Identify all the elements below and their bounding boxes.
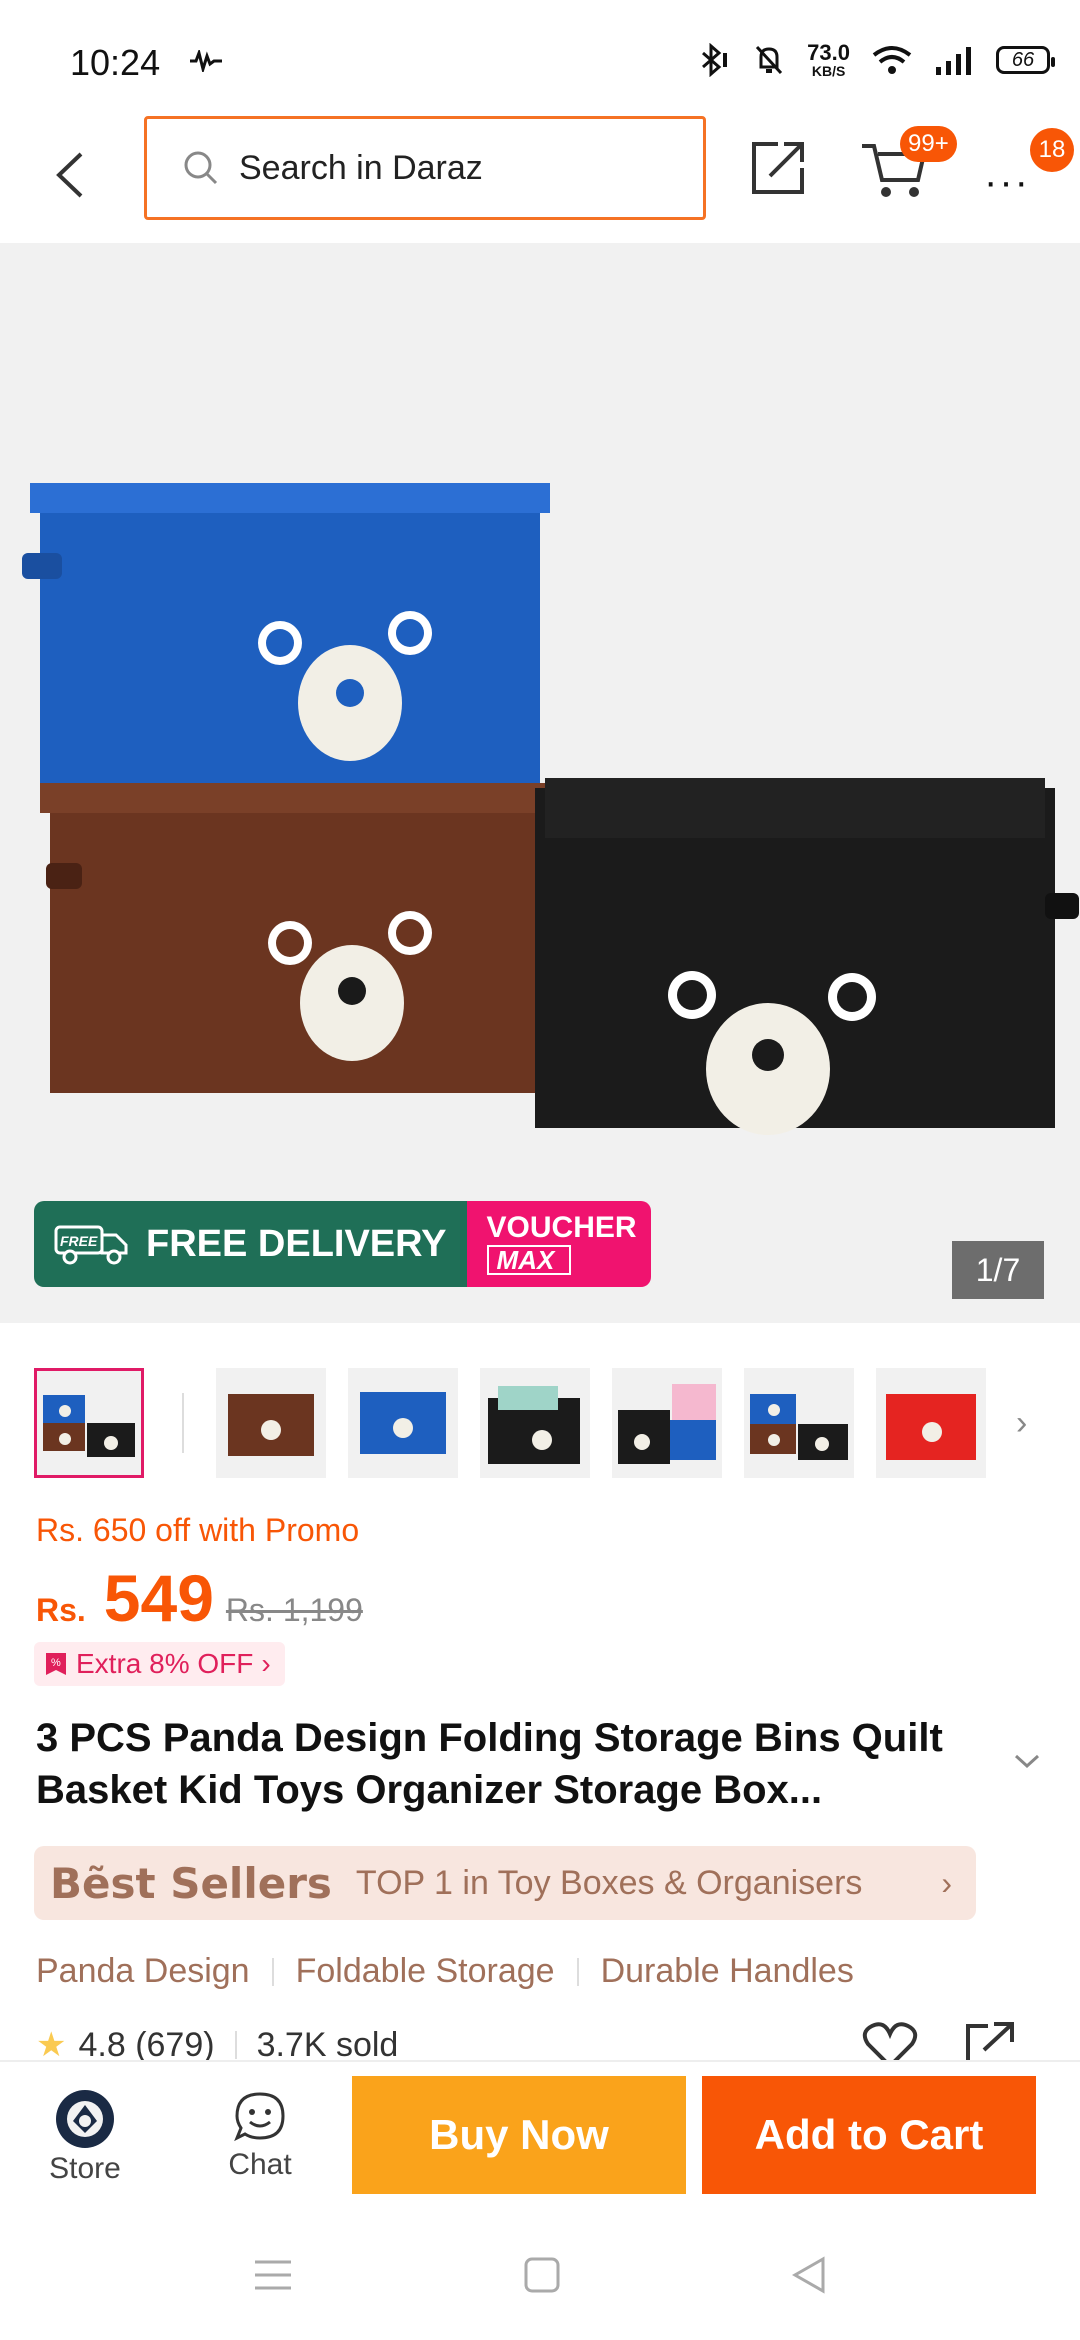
thumbnail-image <box>876 1368 986 1478</box>
store-label: Store <box>49 2152 121 2185</box>
chevron-right-icon: › <box>261 1648 271 1679</box>
free-delivery-badge: FREE FREE DELIVERY <box>34 1201 467 1287</box>
svg-text:%: % <box>51 1657 61 1669</box>
thumbnail-image <box>480 1368 590 1478</box>
share-icon[interactable] <box>748 138 808 198</box>
original-price: Rs. 1,199 <box>225 1592 363 1628</box>
bluetooth-icon <box>702 43 728 77</box>
image-counter: 1/7 <box>952 1241 1044 1299</box>
extra-off-label: Extra 8% OFF <box>76 1648 254 1679</box>
status-icons: 73.0 KB/S 66 <box>697 40 1055 79</box>
price-currency: Rs. <box>36 1592 86 1628</box>
thumbnail-7[interactable] <box>876 1368 986 1478</box>
tag-item: Durable Handles <box>600 1952 854 1990</box>
voucher-max-badge: VOUCHER MAX <box>466 1201 651 1287</box>
battery-icon: 66 <box>996 46 1055 74</box>
rating-divider <box>234 2031 237 2059</box>
thumbnail-4[interactable] <box>480 1368 590 1478</box>
menu-icon[interactable] <box>253 2258 293 2292</box>
thumbnail-image <box>348 1368 458 1478</box>
best-seller-rank: TOP 1 in Toy Boxes & Organisers <box>355 1863 863 1902</box>
tag-item: Panda Design <box>36 1952 250 1990</box>
more-badge: 18 <box>1030 128 1074 172</box>
product-image[interactable]: FREE FREE DELIVERY VOUCHER MAX 1/7 <box>0 243 1080 1323</box>
chevron-right-icon[interactable]: › <box>1016 1404 1027 1443</box>
back-triangle-icon[interactable] <box>791 2255 827 2295</box>
rating-row[interactable]: ★ 4.8 (679) 3.7K sold <box>36 2030 398 2060</box>
top-nav: 99+ ··· 18 <box>0 110 1080 240</box>
best-seller-banner[interactable]: Bẽst Sellers TOP 1 in Toy Boxes & Organi… <box>34 1846 976 1920</box>
activity-icon <box>190 50 222 72</box>
voucher-label: VOUCHER <box>486 1211 637 1244</box>
thumbnail-image <box>744 1368 854 1478</box>
cart-badge: 99+ <box>900 126 957 162</box>
add-to-cart-button[interactable]: Add to Cart <box>702 2076 1036 2194</box>
system-nav-bar <box>0 2210 1080 2340</box>
thumbnail-image <box>216 1368 326 1478</box>
tag-item: Foldable Storage <box>295 1952 555 1990</box>
wifi-icon <box>872 46 912 74</box>
signal-icon <box>936 47 971 75</box>
chat-icon <box>234 2092 285 2142</box>
coupon-icon: % <box>46 1653 66 1675</box>
thumbnail-strip: › <box>34 1366 1054 1480</box>
star-icon: ★ <box>36 2030 67 2060</box>
thumbnail-image <box>37 1371 141 1475</box>
chevron-down-icon[interactable] <box>1012 1752 1042 1772</box>
search-icon <box>184 151 218 185</box>
thumbnail-5[interactable] <box>612 1368 722 1478</box>
search-input[interactable] <box>239 148 639 188</box>
chat-button[interactable]: Chat <box>210 2090 310 2182</box>
thumbnail-1[interactable] <box>34 1368 144 1478</box>
sold-count: 3.7K sold <box>256 2030 399 2060</box>
store-button[interactable]: Store <box>40 2090 130 2186</box>
mute-icon <box>756 45 783 75</box>
current-price: 549 <box>103 1561 214 1635</box>
chat-label: Chat <box>228 2148 292 2181</box>
voucher-max: MAX <box>486 1245 571 1275</box>
delivery-truck-icon: FREE <box>54 1225 128 1265</box>
extra-off-badge[interactable]: % Extra 8% OFF › <box>34 1642 285 1686</box>
bottom-action-bar: Store Chat Buy Now Add to Cart <box>0 2060 1080 2210</box>
product-title: 3 PCS Panda Design Folding Storage Bins … <box>36 1716 943 1812</box>
chevron-right-icon: › <box>941 1864 952 1901</box>
thumbnail-2[interactable] <box>216 1368 326 1478</box>
best-seller-label: Bẽst Sellers <box>50 1858 332 1908</box>
product-photo <box>0 243 1080 1323</box>
status-bar: 10:24 73.0 KB/S 66 <box>0 0 1080 110</box>
free-tag: FREE <box>60 1233 98 1249</box>
status-time: 10:24 <box>70 42 161 83</box>
back-button[interactable] <box>40 140 100 210</box>
network-speed: 73.0 KB/S <box>807 40 850 79</box>
home-icon[interactable] <box>523 2256 561 2294</box>
store-logo-icon <box>56 2090 114 2148</box>
promo-discount-text: Rs. 650 off with Promo <box>36 1512 360 1548</box>
back-arrow-icon <box>56 152 83 198</box>
feature-tags: Panda Design Foldable Storage Durable Ha… <box>36 1952 854 1991</box>
more-icon[interactable]: ··· <box>984 160 1030 205</box>
tag-divider <box>271 1957 274 1986</box>
share-icon[interactable] <box>962 2020 1018 2060</box>
search-bar[interactable] <box>144 116 706 220</box>
price-row: Rs. 549 Rs. 1,199 <box>36 1560 363 1636</box>
rating-actions <box>862 2020 1018 2060</box>
thumbnail-6[interactable] <box>744 1368 854 1478</box>
rating-score: 4.8 (679) <box>78 2030 215 2060</box>
tag-divider <box>576 1957 579 1986</box>
heart-icon[interactable] <box>862 2020 918 2060</box>
promo-banner[interactable]: FREE FREE DELIVERY VOUCHER MAX <box>34 1201 651 1287</box>
free-delivery-label: FREE DELIVERY <box>146 1222 447 1265</box>
thumbnail-divider <box>182 1393 184 1453</box>
buy-now-button[interactable]: Buy Now <box>352 2076 686 2194</box>
thumbnail-image <box>612 1368 722 1478</box>
thumbnail-3[interactable] <box>348 1368 458 1478</box>
